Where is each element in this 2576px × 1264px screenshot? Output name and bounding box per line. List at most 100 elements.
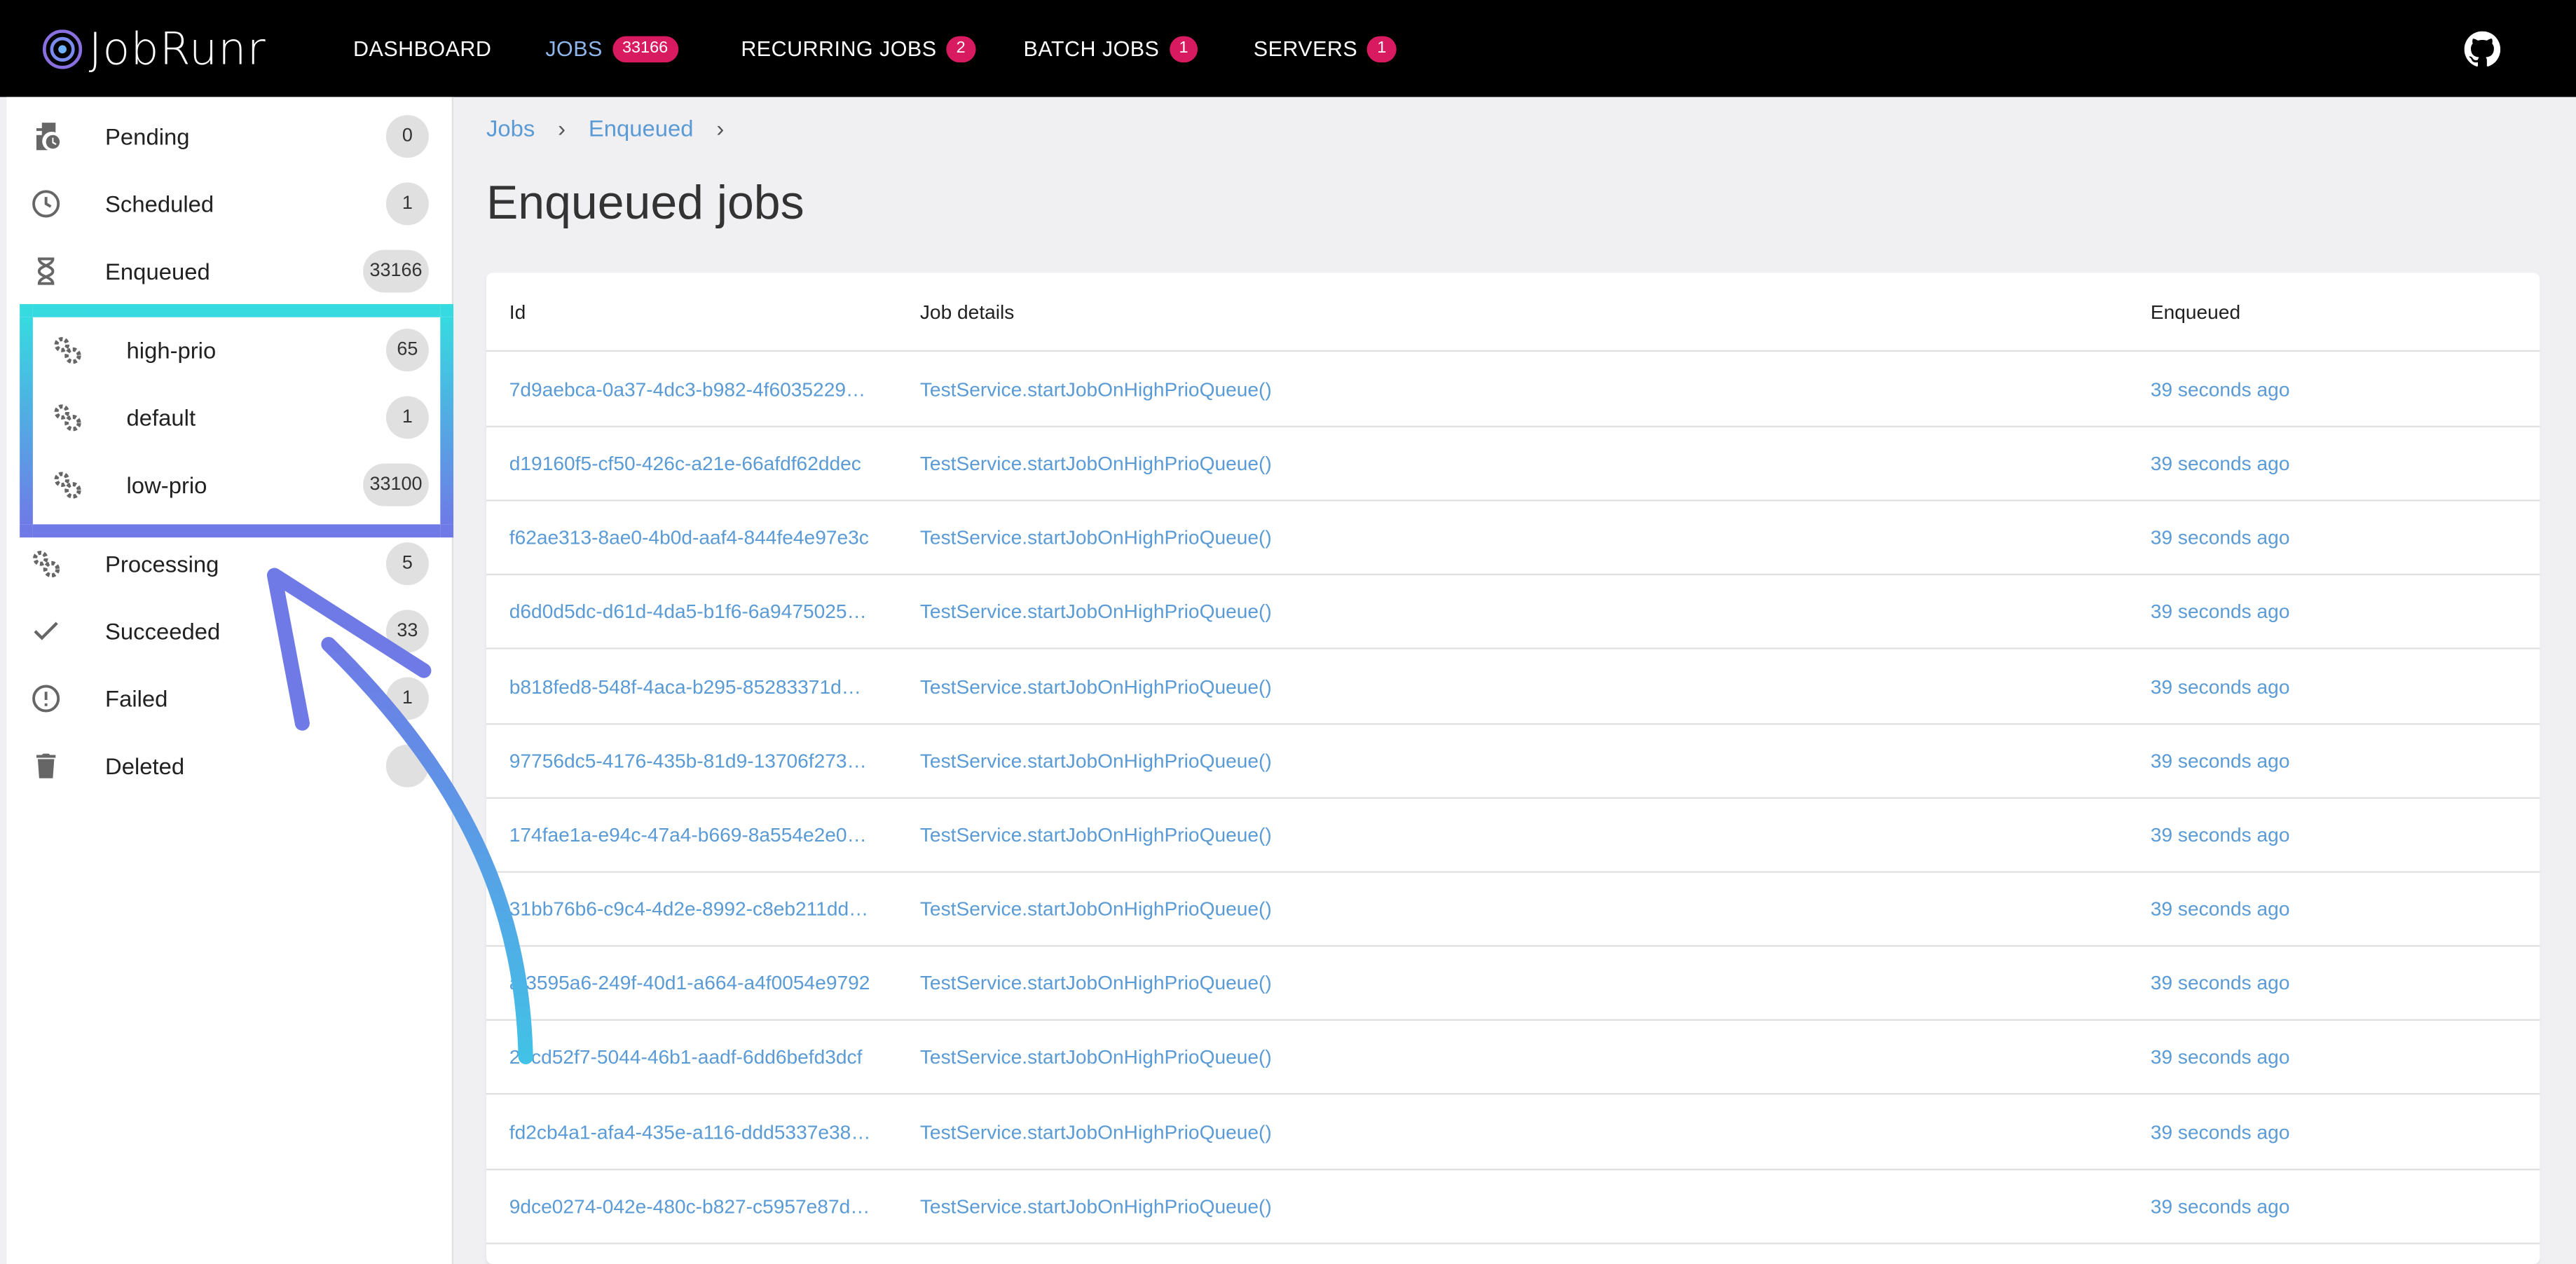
sidebar-item-enqueued[interactable]: Enqueued 33166 bbox=[6, 237, 451, 304]
enqueued-time-link[interactable]: 39 seconds ago bbox=[2151, 749, 2290, 772]
sidebar-item-label: Enqueued bbox=[105, 257, 210, 284]
table-row[interactable]: 9dce0274-042e-480c-b827-c5957e87d… TestSe… bbox=[486, 1168, 2540, 1244]
count-badge: 5 bbox=[385, 541, 429, 584]
job-id-link[interactable]: 174fae1a-e94c-47a4-b669-8a554e2e0… bbox=[509, 823, 871, 846]
nav-recurring-label: RECURRING JOBS bbox=[741, 36, 937, 61]
enqueued-time-link[interactable]: 39 seconds ago bbox=[2151, 1046, 2290, 1069]
enqueued-time-link[interactable]: 39 seconds ago bbox=[2151, 823, 2290, 846]
table-row[interactable]: 31bb76b6-c9c4-4d2e-8992-c8eb211dd… TestSe… bbox=[486, 871, 2540, 947]
table-row[interactable]: fd2cb4a1-afa4-435e-a116-ddd5337e3831 Test… bbox=[486, 1094, 2540, 1170]
breadcrumb-jobs-link[interactable]: Jobs bbox=[486, 115, 535, 142]
sidebar-item-succeeded[interactable]: Succeeded 33 bbox=[6, 597, 451, 664]
check-icon bbox=[34, 621, 58, 640]
queues-highlight-box bbox=[20, 303, 454, 538]
column-header-job-details: Job details bbox=[919, 301, 1015, 324]
table-row[interactable]: 2ecd52f7-5044-46b1-aadf-6dd6befd3dcf Test… bbox=[486, 1019, 2540, 1096]
table-row[interactable]: d6d0d5dc-d61d-4da5-b1f6-6a9475025… TestSe… bbox=[486, 575, 2540, 650]
table-row[interactable]: 174fae1a-e94c-47a4-b669-8a554e2e0… TestSe… bbox=[486, 797, 2540, 873]
nav-recurring-jobs[interactable]: RECURRING JOBS 2 bbox=[741, 0, 975, 97]
enqueued-time-link[interactable]: 39 seconds ago bbox=[2151, 526, 2290, 549]
servers-count-badge: 1 bbox=[1367, 35, 1397, 62]
job-id-link[interactable]: 7d9aebca-0a37-4dc3-b982-4f6035229f43 bbox=[509, 378, 871, 401]
nav-jobs-label: JOBS bbox=[545, 36, 603, 61]
job-details-link[interactable]: TestService.startJobOnHighPrioQueue() bbox=[920, 600, 1272, 624]
job-details-link[interactable]: TestService.startJobOnHighPrioQueue() bbox=[920, 972, 1272, 995]
nav-batch-jobs[interactable]: BATCH JOBS 1 bbox=[1024, 0, 1198, 97]
sidebar-item-pending[interactable]: Pending 0 bbox=[6, 102, 451, 169]
job-id-link[interactable]: d6d0d5dc-d61d-4da5-b1f6-6a9475025… bbox=[509, 600, 871, 624]
enqueued-time-link[interactable]: 39 seconds ago bbox=[2151, 452, 2290, 475]
job-details-link[interactable]: TestService.startJobOnHighPrioQueue() bbox=[920, 526, 1272, 549]
count-badge: 33 bbox=[385, 609, 429, 652]
alert-circle-icon bbox=[32, 684, 60, 712]
top-bar: JobRunr DASHBOARD JOBS 33166 RECURRING J… bbox=[0, 0, 2576, 97]
nav-dashboard-label: DASHBOARD bbox=[353, 36, 492, 61]
job-details-link[interactable]: TestService.startJobOnHighPrioQueue() bbox=[920, 1046, 1272, 1069]
breadcrumb-enqueued-link[interactable]: Enqueued bbox=[589, 115, 694, 142]
job-details-link[interactable]: TestService.startJobOnHighPrioQueue() bbox=[920, 378, 1272, 401]
page-title: Enqueued jobs bbox=[486, 177, 804, 231]
enqueued-time-link[interactable]: 39 seconds ago bbox=[2151, 1120, 2290, 1143]
batch-count-badge: 1 bbox=[1169, 35, 1198, 62]
jobrunr-logo-icon bbox=[42, 29, 83, 69]
count-badge: 1 bbox=[385, 676, 429, 720]
enqueued-time-link[interactable]: 39 seconds ago bbox=[2151, 972, 2290, 995]
job-id-link[interactable]: d19160f5-cf50-426c-a21e-66afdf62ddec bbox=[509, 452, 871, 475]
sidebar-item-label: Deleted bbox=[105, 752, 185, 778]
sidebar-item-processing[interactable]: Processing 5 bbox=[6, 529, 451, 596]
chevron-right-icon: › bbox=[716, 115, 725, 142]
job-id-link[interactable]: b818fed8-548f-4aca-b295-85283371d090 bbox=[509, 675, 871, 698]
chevron-right-icon: › bbox=[558, 115, 566, 142]
sidebar-item-failed[interactable]: Failed 1 bbox=[6, 664, 451, 731]
job-details-link[interactable]: TestService.startJobOnHighPrioQueue() bbox=[920, 1120, 1272, 1143]
job-id-link[interactable]: f62ae313-8ae0-4b0d-aaf4-844fe4e97e3c bbox=[509, 526, 871, 549]
sidebar-item-scheduled[interactable]: Scheduled 1 bbox=[6, 170, 451, 237]
table-header: Id Job details Enqueued bbox=[486, 273, 2540, 352]
table-row[interactable]: 7d9aebca-0a37-4dc3-b982-4f6035229f43 Test… bbox=[486, 352, 2540, 427]
job-id-link[interactable]: 97756dc5-4176-435b-81d9-13706f273… bbox=[509, 749, 871, 772]
job-id-link[interactable]: 9dce0274-042e-480c-b827-c5957e87d… bbox=[509, 1195, 871, 1218]
enqueued-time-link[interactable]: 39 seconds ago bbox=[2151, 1195, 2290, 1218]
nav-servers[interactable]: SERVERS 1 bbox=[1254, 0, 1397, 97]
nav-jobs[interactable]: JOBS 33166 bbox=[545, 0, 678, 97]
sidebar-item-label: Succeeded bbox=[105, 617, 221, 644]
nav-batch-label: BATCH JOBS bbox=[1023, 36, 1160, 61]
sidebar: Pending 0 Scheduled 1 Enqueued 33166 hig… bbox=[6, 97, 454, 1264]
enqueued-time-link[interactable]: 39 seconds ago bbox=[2151, 898, 2290, 921]
count-badge: 33166 bbox=[363, 249, 429, 292]
table-row[interactable]: af3595a6-249f-40d1-a664-a4f0054e9792 Test… bbox=[486, 945, 2540, 1022]
app-logo[interactable]: JobRunr bbox=[42, 23, 266, 76]
count-badge bbox=[385, 743, 429, 787]
job-id-link[interactable]: fd2cb4a1-afa4-435e-a116-ddd5337e3831 bbox=[509, 1120, 871, 1143]
recurring-count-badge: 2 bbox=[946, 35, 975, 62]
clock-icon bbox=[32, 189, 60, 217]
hourglass-icon bbox=[37, 256, 55, 284]
table-row[interactable]: f62ae313-8ae0-4b0d-aaf4-844fe4e97e3c Test… bbox=[486, 500, 2540, 576]
enqueued-time-link[interactable]: 39 seconds ago bbox=[2151, 675, 2290, 698]
job-id-link[interactable]: 31bb76b6-c9c4-4d2e-8992-c8eb211dd… bbox=[509, 898, 871, 921]
breadcrumb: Jobs › Enqueued › bbox=[486, 115, 747, 142]
table-row[interactable]: d19160f5-cf50-426c-a21e-66afdf62ddec Test… bbox=[486, 426, 2540, 502]
job-details-link[interactable]: TestService.startJobOnHighPrioQueue() bbox=[920, 1195, 1272, 1218]
sidebar-item-label: Pending bbox=[105, 122, 190, 149]
trash-icon bbox=[36, 753, 56, 778]
table-row[interactable]: b818fed8-548f-4aca-b295-85283371d090 Test… bbox=[486, 649, 2540, 724]
gears-icon bbox=[33, 549, 60, 577]
job-id-link[interactable]: af3595a6-249f-40d1-a664-a4f0054e9792 bbox=[509, 972, 871, 995]
table-row[interactable]: 97756dc5-4176-435b-81d9-13706f273… TestSe… bbox=[486, 723, 2540, 799]
jobs-table: Id Job details Enqueued 7d9aebca-0a37-4d… bbox=[486, 273, 2540, 1264]
sidebar-item-label: Processing bbox=[105, 549, 219, 577]
github-icon[interactable] bbox=[2464, 31, 2501, 68]
sidebar-item-label: Failed bbox=[105, 685, 168, 711]
job-id-link[interactable]: 2ecd52f7-5044-46b1-aadf-6dd6befd3dcf bbox=[509, 1046, 871, 1069]
job-details-link[interactable]: TestService.startJobOnHighPrioQueue() bbox=[920, 675, 1272, 698]
job-details-link[interactable]: TestService.startJobOnHighPrioQueue() bbox=[920, 452, 1272, 475]
job-details-link[interactable]: TestService.startJobOnHighPrioQueue() bbox=[920, 749, 1272, 772]
job-details-link[interactable]: TestService.startJobOnHighPrioQueue() bbox=[920, 898, 1272, 921]
job-details-link[interactable]: TestService.startJobOnHighPrioQueue() bbox=[920, 823, 1272, 846]
enqueued-time-link[interactable]: 39 seconds ago bbox=[2151, 378, 2290, 401]
sidebar-item-deleted[interactable]: Deleted bbox=[6, 731, 451, 799]
nav-dashboard[interactable]: DASHBOARD bbox=[353, 0, 491, 97]
column-header-enqueued: Enqueued bbox=[2150, 301, 2241, 324]
enqueued-time-link[interactable]: 39 seconds ago bbox=[2151, 600, 2290, 624]
